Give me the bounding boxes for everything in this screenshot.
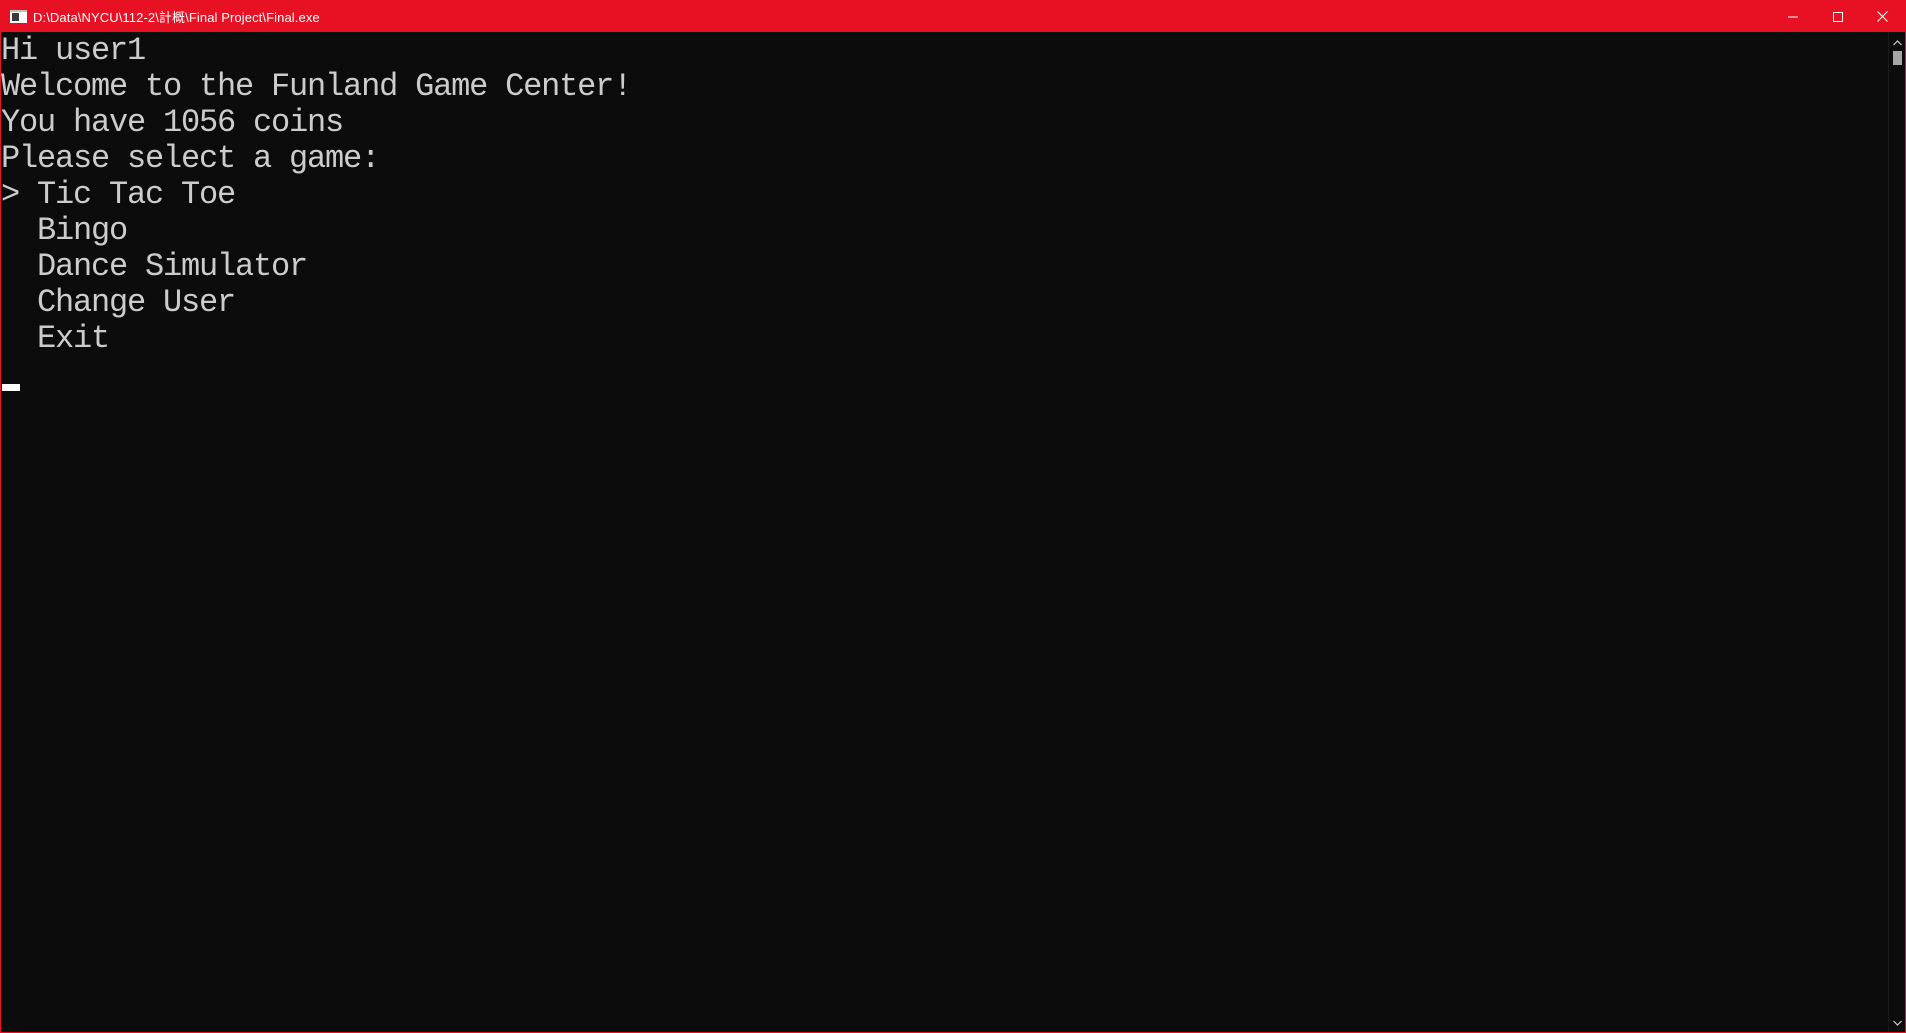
chevron-up-icon: [1893, 39, 1902, 45]
maximize-icon: [1832, 11, 1843, 22]
minimize-button[interactable]: [1770, 1, 1815, 32]
menu-item-tic-tac-toe[interactable]: > Tic Tac Toe: [1, 177, 1888, 213]
menu-item-bingo[interactable]: Bingo: [1, 213, 1888, 249]
maximize-button[interactable]: [1815, 1, 1860, 32]
menu-item-dance-simulator[interactable]: Dance Simulator: [1, 249, 1888, 285]
scroll-thumb[interactable]: [1893, 51, 1902, 65]
console-output[interactable]: Hi user1 Welcome to the Funland Game Cen…: [1, 32, 1888, 1032]
menu-item-label: Exit: [37, 320, 110, 357]
menu-item-label: Change User: [37, 284, 236, 321]
menu-item-change-user[interactable]: Change User: [1, 285, 1888, 321]
console-app-icon[interactable]: [10, 10, 27, 23]
console-window: D:\Data\NYCU\112-2\計概\Final Project\Fina…: [0, 0, 1906, 1033]
window-title: D:\Data\NYCU\112-2\計概\Final Project\Fina…: [33, 10, 320, 25]
vertical-scrollbar[interactable]: [1888, 32, 1905, 1032]
coins-line: You have 1056 coins: [1, 104, 344, 141]
close-button[interactable]: [1860, 1, 1905, 32]
title-bar[interactable]: D:\Data\NYCU\112-2\計概\Final Project\Fina…: [1, 1, 1905, 32]
menu-item-label: Tic Tac Toe: [37, 176, 236, 213]
menu-item-label: Dance Simulator: [37, 248, 308, 285]
selection-pointer: >: [1, 176, 20, 213]
window-controls: [1770, 1, 1905, 32]
chevron-down-icon: [1893, 1020, 1902, 1026]
text-cursor: [2, 384, 20, 391]
scroll-down-button[interactable]: [1889, 1014, 1905, 1031]
welcome-line: Welcome to the Funland Game Center!: [1, 68, 632, 105]
menu-item-label: Bingo: [37, 212, 128, 249]
scroll-up-button[interactable]: [1889, 34, 1905, 51]
minimize-icon: [1787, 16, 1798, 17]
menu-item-exit[interactable]: Exit: [1, 321, 1888, 357]
close-icon: [1877, 11, 1888, 22]
prompt-line: Please select a game:: [1, 140, 380, 177]
greeting-line: Hi user1: [1, 32, 146, 69]
